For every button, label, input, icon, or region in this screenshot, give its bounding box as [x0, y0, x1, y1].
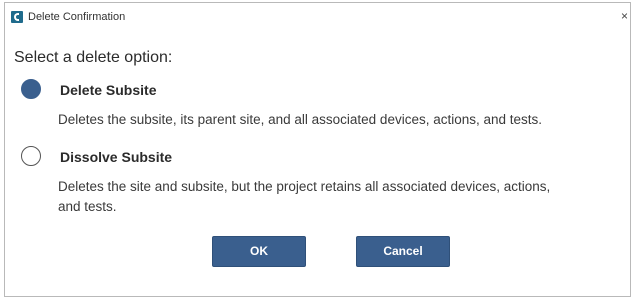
cancel-button[interactable]: Cancel [356, 236, 450, 267]
delete-subsite-label[interactable]: Delete Subsite [60, 81, 156, 99]
app-logo-icon [11, 11, 23, 23]
dissolve-subsite-description-line1: Deletes the site and subsite, but the pr… [58, 179, 551, 194]
title-bar: Delete Confirmation × [5, 3, 630, 33]
window-title: Delete Confirmation [28, 11, 126, 23]
dissolve-subsite-label[interactable]: Dissolve Subsite [60, 148, 172, 166]
select-option-prompt: Select a delete option: [14, 49, 173, 66]
dissolve-subsite-description-line2: and tests. [58, 199, 117, 214]
dissolve-subsite-radio[interactable] [21, 146, 41, 166]
delete-subsite-description: Deletes the subsite, its parent site, an… [58, 112, 543, 127]
delete-confirmation-dialog: Delete Confirmation × Select a delete op… [4, 2, 631, 297]
delete-subsite-radio[interactable] [21, 79, 41, 99]
ok-button[interactable]: OK [212, 236, 306, 267]
close-icon[interactable]: × [621, 9, 628, 23]
